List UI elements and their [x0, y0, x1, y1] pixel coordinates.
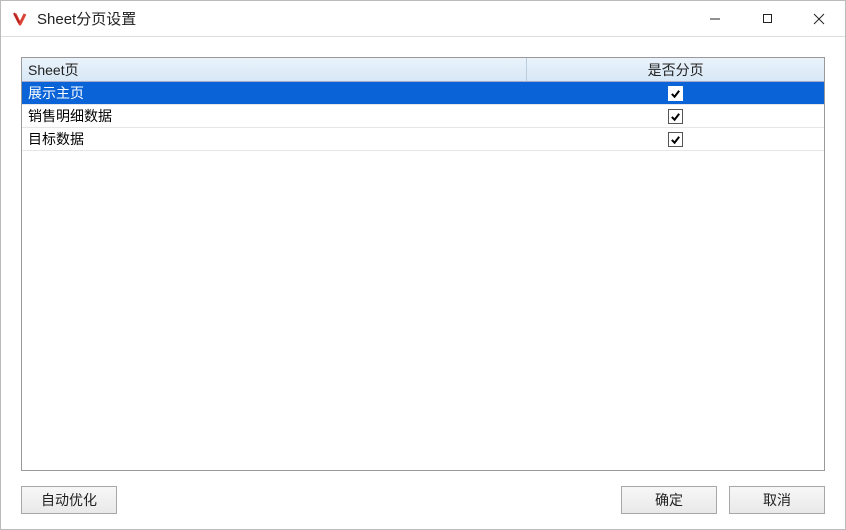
- table-row[interactable]: 展示主页: [22, 82, 824, 105]
- paging-cell: [527, 132, 824, 147]
- paging-cell: [527, 86, 824, 101]
- window-controls: [689, 1, 845, 36]
- window-title: Sheet分页设置: [37, 8, 136, 29]
- minimize-button[interactable]: [689, 1, 741, 36]
- sheet-name-cell: 展示主页: [22, 83, 527, 103]
- column-header-sheet[interactable]: Sheet页: [22, 58, 527, 81]
- footer: 自动优化 确定 取消: [1, 471, 845, 529]
- close-button[interactable]: [793, 1, 845, 36]
- paging-cell: [527, 109, 824, 124]
- grid-header: Sheet页 是否分页: [22, 58, 824, 82]
- ok-button[interactable]: 确定: [621, 486, 717, 514]
- column-header-paging[interactable]: 是否分页: [527, 58, 824, 81]
- grid-body: 展示主页销售明细数据目标数据: [22, 82, 824, 151]
- titlebar: Sheet分页设置: [1, 1, 845, 37]
- content-area: Sheet页 是否分页 展示主页销售明细数据目标数据: [1, 37, 845, 471]
- sheet-grid: Sheet页 是否分页 展示主页销售明细数据目标数据: [21, 57, 825, 471]
- auto-optimize-button[interactable]: 自动优化: [21, 486, 117, 514]
- paging-checkbox[interactable]: [668, 109, 683, 124]
- table-row[interactable]: 目标数据: [22, 128, 824, 151]
- cancel-button[interactable]: 取消: [729, 486, 825, 514]
- sheet-name-cell: 目标数据: [22, 129, 527, 149]
- app-icon: [11, 10, 29, 28]
- paging-checkbox[interactable]: [668, 132, 683, 147]
- table-row[interactable]: 销售明细数据: [22, 105, 824, 128]
- paging-checkbox[interactable]: [668, 86, 683, 101]
- sheet-name-cell: 销售明细数据: [22, 106, 527, 126]
- maximize-button[interactable]: [741, 1, 793, 36]
